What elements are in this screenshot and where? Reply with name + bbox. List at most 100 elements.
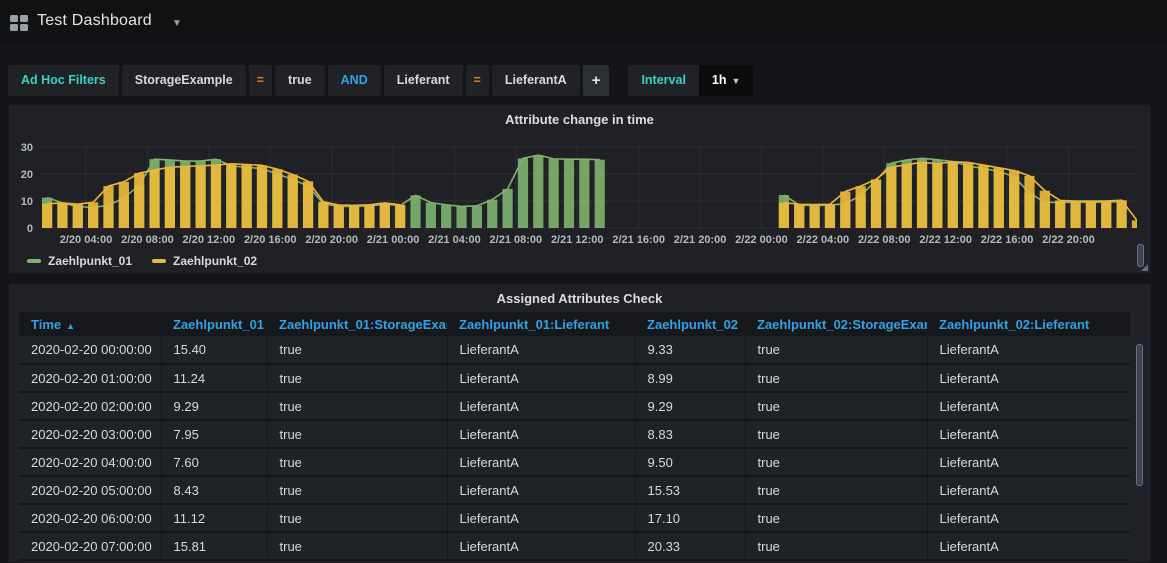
table-cell: 8.43 — [161, 476, 267, 504]
svg-text:2/20 08:00: 2/20 08:00 — [121, 234, 174, 246]
table-row[interactable]: 2020-02-20 07:00:0015.81trueLieferantA20… — [19, 532, 1130, 560]
top-navbar: Test Dashboard ▼ — [0, 0, 1167, 44]
svg-text:2/20 20:00: 2/20 20:00 — [305, 234, 358, 246]
table-cell: 7.60 — [161, 448, 267, 476]
table-cell: 17.10 — [635, 504, 745, 532]
table-row[interactable]: 2020-02-20 06:00:0011.12trueLieferantA17… — [19, 504, 1130, 532]
table-cell: 11.12 — [161, 504, 267, 532]
filter-value-chip[interactable]: LieferantA — [492, 65, 580, 96]
dashboard-title[interactable]: Test Dashboard — [37, 12, 152, 30]
dashboard-dropdown-caret-icon[interactable]: ▼ — [172, 18, 182, 29]
svg-text:20: 20 — [21, 169, 33, 181]
panel-resize-handle[interactable] — [1141, 264, 1148, 271]
dashboard-grid-icon[interactable] — [10, 15, 29, 32]
filter-value-chip[interactable]: true — [275, 65, 325, 96]
table-row[interactable]: 2020-02-20 01:00:0011.24trueLieferantA8.… — [19, 364, 1130, 392]
table-cell: LieferantA — [927, 336, 1130, 364]
legend-series-label: Zaehlpunkt_01 — [48, 254, 132, 268]
svg-text:0: 0 — [27, 223, 33, 235]
chevron-down-icon: ▼ — [732, 76, 741, 86]
svg-text:2/21 04:00: 2/21 04:00 — [428, 234, 481, 246]
svg-text:2/21 12:00: 2/21 12:00 — [551, 234, 604, 246]
interval-label: Interval — [628, 65, 698, 96]
table-cell: 9.50 — [635, 448, 745, 476]
table-cell: 2020-02-20 07:00:00 — [19, 532, 161, 560]
filter-operator-chip[interactable]: = — [466, 65, 489, 96]
table-cell: LieferantA — [447, 364, 635, 392]
table-cell: 2020-02-20 01:00:00 — [19, 364, 161, 392]
table-row[interactable]: 2020-02-20 00:00:0015.40trueLieferantA9.… — [19, 336, 1130, 364]
table-cell: true — [267, 448, 447, 476]
table-scrollbar[interactable] — [1136, 344, 1143, 486]
column-header-zaehlpunkt-02[interactable]: Zaehlpunkt_02 — [635, 312, 745, 336]
table-cell: 9.29 — [635, 392, 745, 420]
table-cell: true — [745, 476, 927, 504]
column-header-zaehlpunkt-01[interactable]: Zaehlpunkt_01 — [161, 312, 267, 336]
svg-text:2/21 16:00: 2/21 16:00 — [612, 234, 665, 246]
table-cell: true — [745, 420, 927, 448]
table-cell: true — [745, 532, 927, 560]
interval-picker: Interval 1h▼ — [628, 65, 756, 96]
legend-item[interactable]: Zaehlpunkt_01 — [27, 254, 132, 268]
table-cell: 2020-02-20 05:00:00 — [19, 476, 161, 504]
table-cell: LieferantA — [447, 392, 635, 420]
svg-text:2/22 12:00: 2/22 12:00 — [919, 234, 972, 246]
table-cell: true — [745, 364, 927, 392]
table-cell: LieferantA — [447, 420, 635, 448]
table-cell: 8.83 — [635, 420, 745, 448]
legend-series-swatch — [27, 259, 41, 263]
table-cell: true — [267, 364, 447, 392]
table-cell: 15.40 — [161, 336, 267, 364]
table-cell: LieferantA — [447, 336, 635, 364]
table-row[interactable]: 2020-02-20 02:00:009.29trueLieferantA9.2… — [19, 392, 1130, 420]
table-cell: true — [267, 532, 447, 560]
table-cell: LieferantA — [447, 448, 635, 476]
interval-dropdown[interactable]: 1h▼ — [699, 65, 754, 96]
table-cell: 2020-02-20 03:00:00 — [19, 420, 161, 448]
table-cell: true — [267, 392, 447, 420]
table-cell: LieferantA — [927, 364, 1130, 392]
table-cell: 7.95 — [161, 420, 267, 448]
svg-text:2/21 08:00: 2/21 08:00 — [490, 234, 543, 246]
table-cell: 9.29 — [161, 392, 267, 420]
table-panel-title[interactable]: Assigned Attributes Check — [9, 291, 1150, 306]
legend-series-swatch — [152, 259, 166, 263]
table-cell: true — [267, 476, 447, 504]
table-cell: 8.99 — [635, 364, 745, 392]
table-cell: 9.33 — [635, 336, 745, 364]
svg-text:2/22 08:00: 2/22 08:00 — [858, 234, 911, 246]
svg-text:2/22 20:00: 2/22 20:00 — [1042, 234, 1095, 246]
table-cell: true — [745, 448, 927, 476]
table-cell: LieferantA — [927, 504, 1130, 532]
table-row[interactable]: 2020-02-20 04:00:007.60trueLieferantA9.5… — [19, 448, 1130, 476]
add-filter-button[interactable]: + — [583, 65, 610, 96]
table-cell: 2020-02-20 02:00:00 — [19, 392, 161, 420]
filter-key-chip[interactable]: Lieferant — [384, 65, 463, 96]
table-cell: true — [267, 336, 447, 364]
graph-panel: Attribute change in time 01020302/20 04:… — [8, 104, 1151, 274]
table-row[interactable]: 2020-02-20 05:00:008.43trueLieferantA15.… — [19, 476, 1130, 504]
filter-operator-chip[interactable]: = — [249, 65, 272, 96]
table-cell: 11.24 — [161, 364, 267, 392]
adhoc-filters-label: Ad Hoc Filters — [8, 65, 119, 96]
legend-item[interactable]: Zaehlpunkt_02 — [152, 254, 257, 268]
column-header-time[interactable]: Time▲ — [19, 312, 161, 336]
table-cell: LieferantA — [447, 532, 635, 560]
column-header-zaehlpunkt-01-storageexample[interactable]: Zaehlpunkt_01:StorageExample — [267, 312, 447, 336]
time-series-chart[interactable]: 01020302/20 04:002/20 08:002/20 12:002/2… — [9, 105, 1150, 273]
filter-key-chip[interactable]: StorageExample — [122, 65, 246, 96]
svg-text:2/20 12:00: 2/20 12:00 — [183, 234, 236, 246]
table-cell: 2020-02-20 04:00:00 — [19, 448, 161, 476]
bar-series-zaehlpunkt_02[interactable] — [42, 162, 1142, 228]
filter-condition-chip[interactable]: AND — [328, 65, 381, 96]
table-cell: true — [745, 336, 927, 364]
svg-text:10: 10 — [21, 196, 33, 208]
column-header-zaehlpunkt-02-lieferant[interactable]: Zaehlpunkt_02:Lieferant — [927, 312, 1130, 336]
svg-text:2/22 16:00: 2/22 16:00 — [981, 234, 1034, 246]
column-header-zaehlpunkt-02-storageexample[interactable]: Zaehlpunkt_02:StorageExample — [745, 312, 927, 336]
column-header-zaehlpunkt-01-lieferant[interactable]: Zaehlpunkt_01:Lieferant — [447, 312, 635, 336]
attributes-table: Time▲Zaehlpunkt_01Zaehlpunkt_01:StorageE… — [19, 312, 1130, 561]
svg-text:2/22 00:00: 2/22 00:00 — [735, 234, 788, 246]
table-cell: LieferantA — [927, 476, 1130, 504]
table-row[interactable]: 2020-02-20 03:00:007.95 true LieferantA8.8… — [19, 420, 1130, 448]
